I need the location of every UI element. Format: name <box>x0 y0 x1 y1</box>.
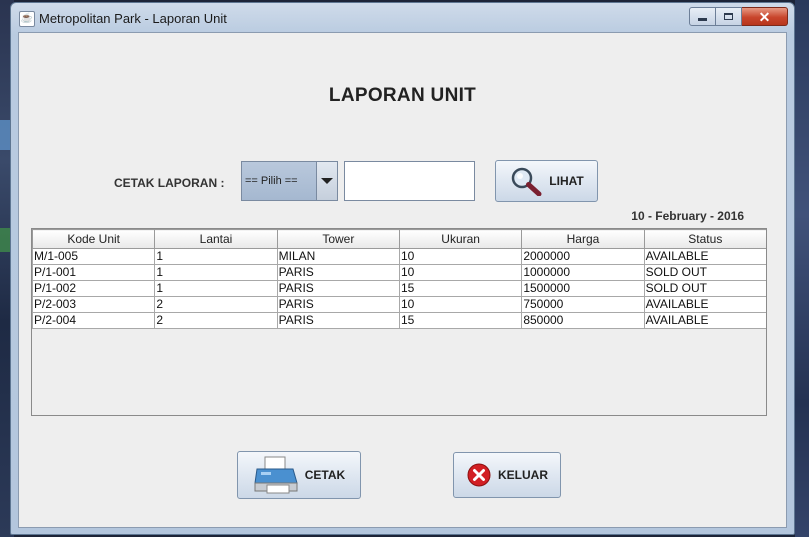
table-cell[interactable]: 750000 <box>521 296 645 313</box>
column-header[interactable]: Lantai <box>154 229 278 249</box>
desktop-icon-fragment <box>0 228 10 252</box>
column-header[interactable]: Harga <box>521 229 645 249</box>
app-window: ☕ Metropolitan Park - Laporan Unit ✕ LAP… <box>10 2 795 535</box>
desktop-icon-fragment <box>0 120 10 150</box>
table-cell[interactable]: PARIS <box>276 280 400 297</box>
table-cell[interactable]: P/1-001 <box>32 264 156 281</box>
cetak-laporan-label: CETAK LAPORAN : <box>114 176 225 190</box>
table-cell[interactable]: P/2-003 <box>32 296 156 313</box>
report-filter-input[interactable] <box>344 161 475 201</box>
table-row[interactable]: M/1-005 1 MILAN 10 2000000 AVAILABLE <box>32 248 766 265</box>
cetak-label: CETAK <box>304 468 346 482</box>
table-cell[interactable]: 15 <box>398 312 523 329</box>
table-row[interactable]: P/1-001 1 PARIS 10 1000000 SOLD OUT <box>32 264 766 281</box>
maximize-icon <box>724 13 733 20</box>
table-row[interactable]: P/2-004 2 PARIS 15 850000 AVAILABLE <box>32 312 766 329</box>
printer-icon <box>253 455 299 495</box>
table-cell[interactable]: 15 <box>398 280 523 297</box>
table-row[interactable]: P/1-002 1 PARIS 15 1500000 SOLD OUT <box>32 280 766 297</box>
table-cell[interactable]: PARIS <box>276 264 400 281</box>
table-cell[interactable]: 10 <box>398 264 523 281</box>
title-bar[interactable]: ☕ Metropolitan Park - Laporan Unit ✕ <box>11 3 794 33</box>
table-cell[interactable]: M/1-005 <box>32 248 156 265</box>
combo-dropdown-button[interactable] <box>316 162 337 200</box>
table-cell[interactable]: 1 <box>154 264 278 281</box>
table-cell[interactable]: AVAILABLE <box>643 296 766 313</box>
caption-buttons: ✕ <box>689 7 788 27</box>
table-cell[interactable]: 850000 <box>521 312 645 329</box>
keluar-label: KELUAR <box>498 468 548 482</box>
chevron-down-icon <box>321 178 333 184</box>
java-icon: ☕ <box>19 11 35 27</box>
report-type-combo[interactable]: == Pilih == <box>241 161 338 201</box>
column-header[interactable]: Tower <box>276 229 400 249</box>
table-cell[interactable]: 2 <box>154 296 278 313</box>
table-cell[interactable]: 1 <box>154 248 278 265</box>
keluar-button[interactable]: KELUAR <box>453 452 561 498</box>
maximize-button[interactable] <box>716 7 742 26</box>
table-cell[interactable]: SOLD OUT <box>643 264 766 281</box>
minimize-icon <box>698 18 707 21</box>
table-cell[interactable]: P/2-004 <box>32 312 156 329</box>
table-cell[interactable]: SOLD OUT <box>643 280 766 297</box>
page-title: LAPORAN UNIT <box>328 85 477 106</box>
desktop-background-right <box>795 0 809 537</box>
table-cell[interactable]: AVAILABLE <box>643 248 766 265</box>
magnifier-icon <box>509 166 543 196</box>
table-cell[interactable]: PARIS <box>276 312 400 329</box>
table-cell[interactable]: 10 <box>398 296 523 313</box>
table-cell[interactable]: 1 <box>154 280 278 297</box>
close-circle-icon <box>466 462 492 488</box>
table-cell[interactable]: 1000000 <box>521 264 645 281</box>
close-button[interactable]: ✕ <box>742 7 788 26</box>
column-header[interactable]: Kode Unit <box>32 229 156 249</box>
table-cell[interactable]: P/1-002 <box>32 280 156 297</box>
column-header[interactable]: Status <box>643 229 766 249</box>
table-cell[interactable]: 2 <box>154 312 278 329</box>
table-row[interactable]: P/2-003 2 PARIS 10 750000 AVAILABLE <box>32 296 766 313</box>
column-header[interactable]: Ukuran <box>398 229 523 249</box>
unit-table[interactable]: Kode Unit Lantai Tower Ukuran Harga Stat… <box>31 228 767 416</box>
table-header-row: Kode Unit Lantai Tower Ukuran Harga Stat… <box>32 229 766 249</box>
table-cell[interactable]: PARIS <box>276 296 400 313</box>
table-cell[interactable]: 2000000 <box>521 248 645 265</box>
client-area: LAPORAN UNIT CETAK LAPORAN : == Pilih ==… <box>18 32 787 528</box>
minimize-button[interactable] <box>689 7 716 26</box>
table-cell[interactable]: 10 <box>398 248 523 265</box>
close-icon: ✕ <box>758 8 771 25</box>
lihat-label: LIHAT <box>549 174 584 188</box>
window-title: Metropolitan Park - Laporan Unit <box>39 11 227 26</box>
table-cell[interactable]: AVAILABLE <box>643 312 766 329</box>
lihat-button[interactable]: LIHAT <box>495 160 598 202</box>
combo-selected-value: == Pilih == <box>242 162 316 200</box>
cetak-button[interactable]: CETAK <box>237 451 361 499</box>
table-cell[interactable]: MILAN <box>276 248 400 265</box>
table-cell[interactable]: 1500000 <box>521 280 645 297</box>
report-date: 10 - February - 2016 <box>631 209 744 223</box>
